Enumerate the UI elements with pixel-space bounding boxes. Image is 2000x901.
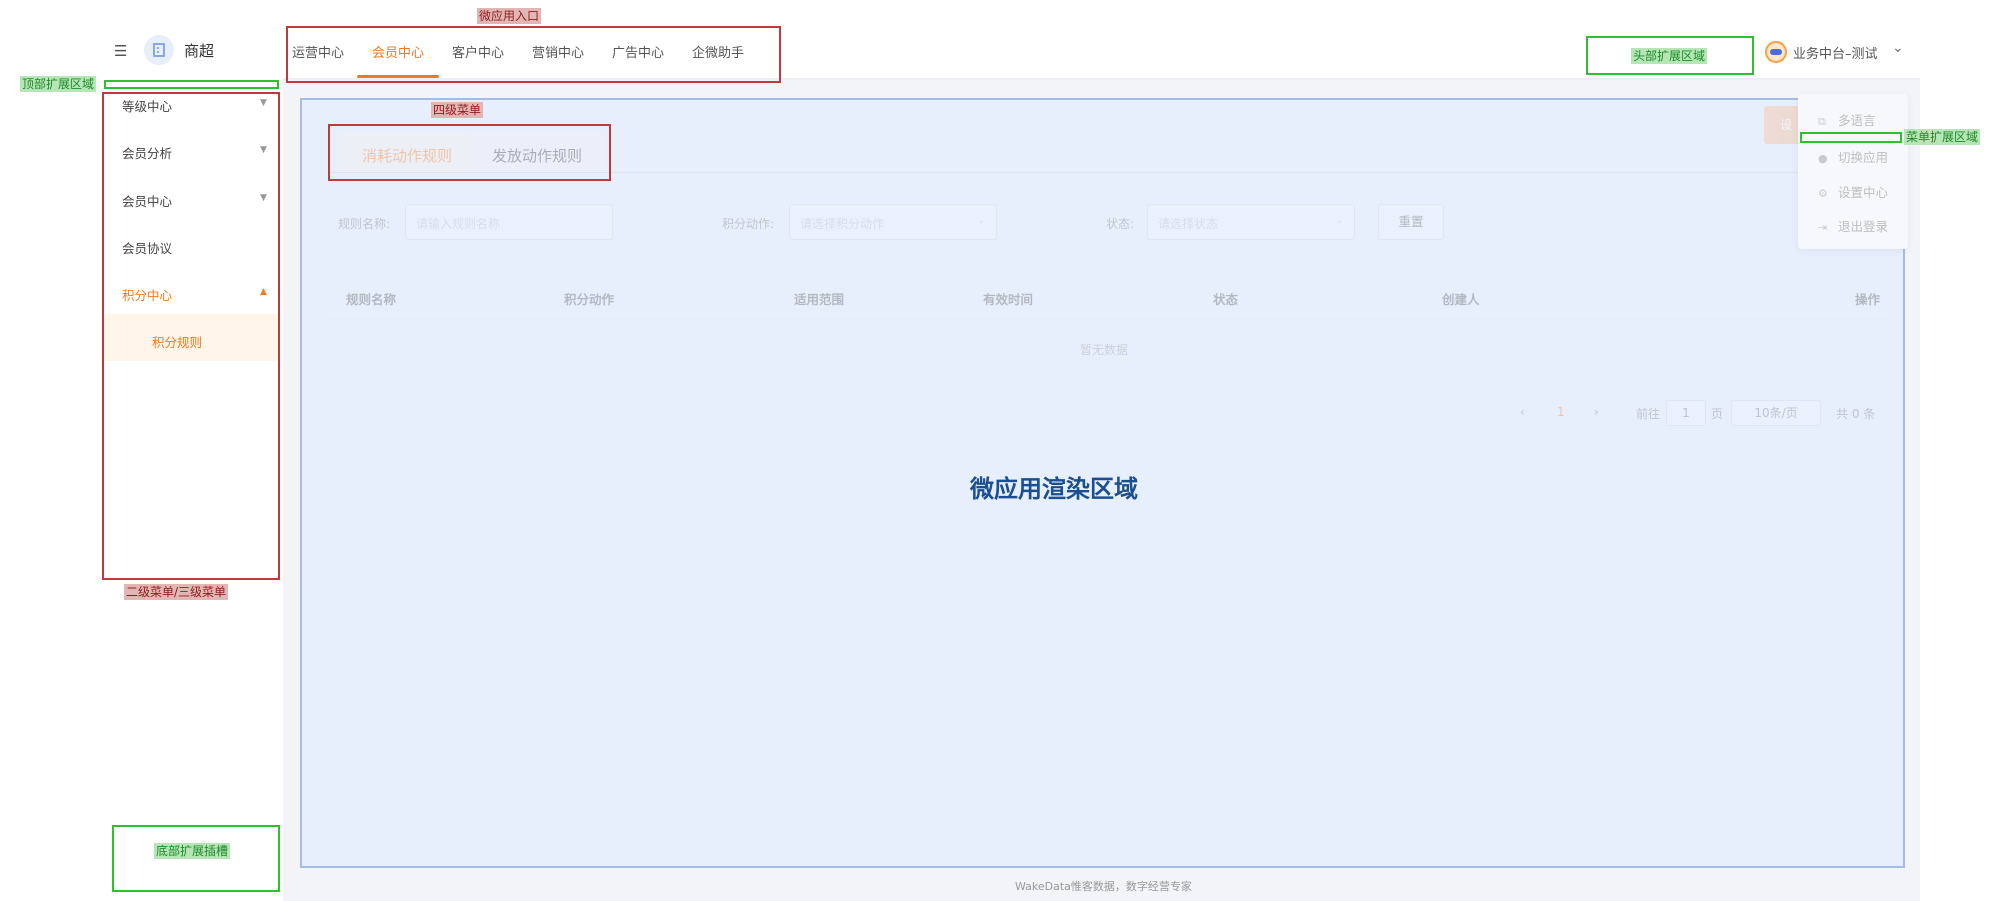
second-third-menu-box (102, 92, 280, 580)
menu-item-label: 退出登录 (1838, 219, 1889, 234)
brand-name: 商超 (184, 42, 215, 60)
rule-name-label: 规则名称: (338, 217, 391, 231)
next-page-button[interactable]: › (1594, 405, 1599, 419)
bottom-slot-tag: 底部扩展插槽 (154, 843, 231, 859)
top-extension-box (104, 80, 279, 89)
column-header-scope: 适用范围 (794, 292, 845, 307)
current-page[interactable]: 1 (1557, 405, 1565, 419)
avatar[interactable] (1765, 41, 1787, 63)
second-third-menu-tag: 二级菜单/三级菜单 (124, 584, 229, 600)
column-header-actions: 操作 (1855, 292, 1881, 307)
total-count: 共 0 条 (1836, 407, 1876, 421)
column-header-creator: 创建人 (1442, 292, 1480, 307)
page-unit: 页 (1711, 407, 1724, 421)
top-extension-tag: 顶部扩展区域 (20, 76, 97, 92)
prev-page-button[interactable]: ‹ (1520, 405, 1525, 419)
points-action-label: 积分动作: (722, 217, 775, 231)
menu-item-switch-app[interactable]: ● 切换应用 (1818, 147, 1888, 166)
chevron-down-icon: ⌄ (977, 215, 986, 226)
building-logo-icon (144, 35, 174, 65)
column-header-rule-name: 规则名称 (346, 292, 397, 307)
menu-item-label: 多语言 (1838, 113, 1876, 128)
tenant-switcher[interactable]: 业务中台–测试 (1793, 43, 1878, 62)
fourth-menu-tag: 四级菜单 (431, 102, 484, 118)
header-extension-tag: 头部扩展区域 (1631, 48, 1708, 64)
column-header-points-action: 积分动作 (564, 292, 615, 307)
column-header-valid-time: 有效时间 (983, 292, 1034, 307)
menu-item-label: 设置中心 (1838, 185, 1889, 200)
logout-icon: ⇥ (1818, 221, 1828, 234)
goto-label: 前往 (1636, 407, 1661, 421)
column-header-status: 状态 (1213, 292, 1239, 307)
render-area-title: 微应用渲染区域 (970, 475, 1138, 503)
micro-app-entry-tag: 微应用入口 (477, 8, 542, 24)
menu-toggle-icon[interactable]: ☰ (114, 41, 134, 61)
points-action-select[interactable]: 请选择积分动作 (789, 204, 997, 240)
status-label: 状态: (1106, 217, 1135, 231)
language-icon: ⧉ (1818, 115, 1826, 128)
menu-item-language[interactable]: ⧉ 多语言 (1818, 110, 1876, 129)
page-size-select[interactable]: 10条/页 (1731, 400, 1821, 426)
bell-icon: ● (1818, 152, 1828, 165)
status-select[interactable]: 请选择状态 (1147, 204, 1355, 240)
footer-text: WakeData惟客数据，数字经营专家 (1015, 880, 1192, 893)
gear-icon: ⚙ (1818, 187, 1828, 200)
fourth-menu-box (328, 124, 611, 181)
goto-page-input[interactable]: 1 (1666, 400, 1706, 426)
table-header-divider (328, 318, 1888, 319)
menu-item-settings[interactable]: ⚙ 设置中心 (1818, 182, 1888, 201)
menu-extension-box (1800, 132, 1902, 143)
empty-state-text: 暂无数据 (1080, 343, 1129, 357)
chevron-down-icon: ⌄ (1335, 215, 1344, 226)
menu-item-logout[interactable]: ⇥ 退出登录 (1818, 216, 1888, 235)
chevron-down-icon[interactable]: ⌄ (1892, 40, 1904, 56)
menu-extension-tag: 菜单扩展区域 (1904, 129, 1981, 145)
reset-button[interactable]: 重置 (1378, 204, 1444, 240)
menu-item-label: 切换应用 (1838, 150, 1889, 165)
rule-name-input[interactable]: 请输入规则名称 (405, 204, 613, 240)
micro-app-entry-box (286, 26, 781, 83)
